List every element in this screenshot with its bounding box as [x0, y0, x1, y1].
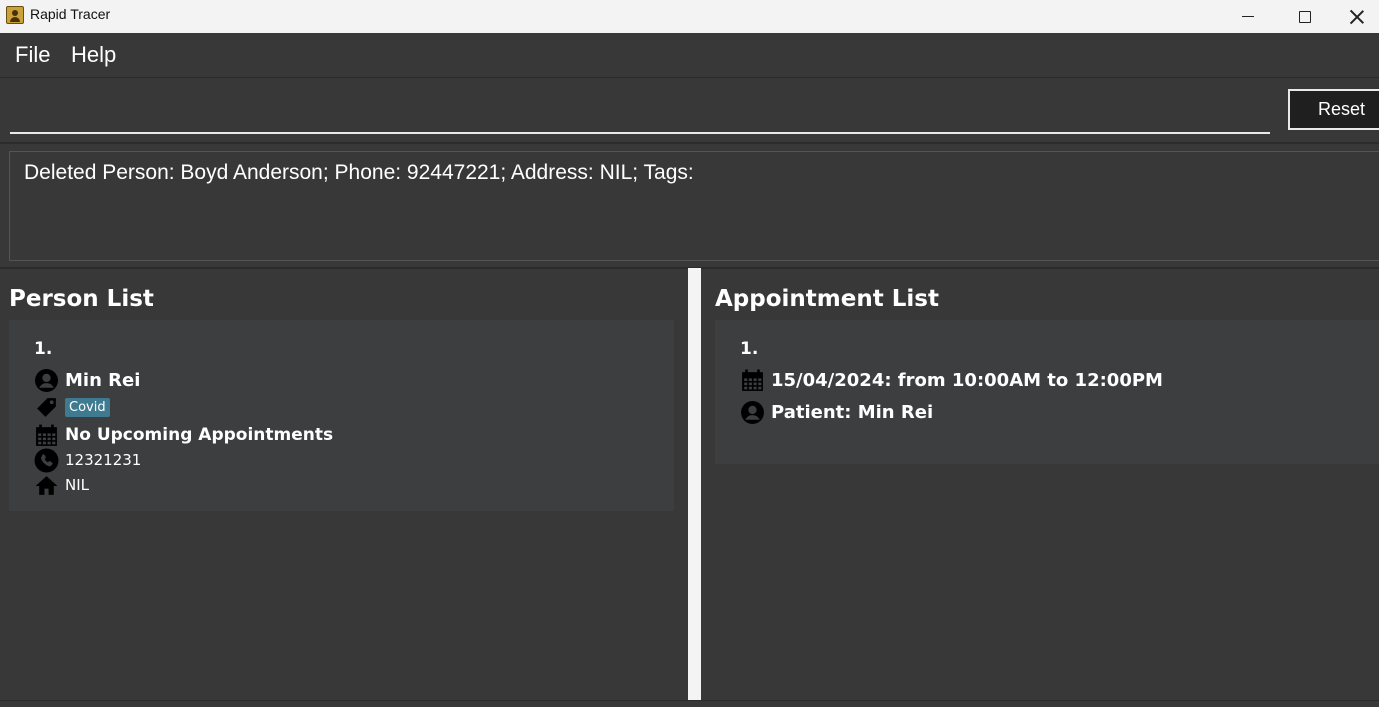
tag-badge: Covid	[65, 397, 110, 417]
command-input[interactable]	[10, 92, 1270, 134]
person-phone-row: 12321231	[33, 447, 141, 473]
maximize-button[interactable]	[1276, 0, 1334, 33]
calendar-icon	[33, 422, 59, 448]
calendar-icon	[739, 367, 765, 393]
minimize-button[interactable]	[1219, 0, 1277, 33]
person-card[interactable]: 1. Min Rei Covid No Upcoming Appointment…	[9, 320, 674, 511]
menu-help[interactable]: Help	[71, 42, 116, 68]
appointment-datetime: 15/04/2024: from 10:00AM to 12:00PM	[771, 369, 1163, 391]
close-button[interactable]	[1334, 0, 1379, 33]
appointment-patient-row: Patient: Min Rei	[739, 399, 933, 425]
person-name-row: Min Rei	[33, 367, 140, 393]
menu-file[interactable]: File	[15, 42, 50, 68]
phone-icon	[33, 447, 59, 473]
person-list-title: Person List	[9, 286, 154, 312]
appointment-patient: Patient: Min Rei	[771, 401, 934, 423]
person-address-row: NIL	[33, 472, 89, 498]
window-title: Rapid Tracer	[30, 6, 111, 22]
result-message: Deleted Person: Boyd Anderson; Phone: 92…	[24, 161, 694, 184]
menu-bar: File Help	[0, 33, 1379, 78]
appointment-datetime-row: 15/04/2024: from 10:00AM to 12:00PM	[739, 367, 1163, 393]
person-icon	[739, 399, 765, 425]
app-icon	[6, 6, 24, 24]
command-area: Reset	[0, 78, 1379, 144]
person-tags-row: Covid	[33, 394, 110, 420]
title-bar: Rapid Tracer	[0, 0, 1379, 33]
appointment-card[interactable]: 1. 15/04/2024: from 10:00AM to 12:00PM P…	[715, 320, 1379, 464]
person-icon	[33, 367, 59, 393]
tag-icon	[33, 394, 59, 420]
result-display[interactable]: Deleted Person: Boyd Anderson; Phone: 92…	[9, 151, 1379, 261]
appointment-index: 1.	[740, 339, 759, 359]
minimize-icon	[1242, 16, 1254, 17]
person-appointments-row: No Upcoming Appointments	[33, 422, 333, 448]
reset-button[interactable]: Reset	[1288, 89, 1379, 130]
home-icon	[33, 472, 59, 498]
close-icon	[1350, 10, 1364, 24]
person-name: Min Rei	[65, 369, 141, 391]
split-divider[interactable]	[688, 268, 701, 701]
person-index: 1.	[34, 339, 53, 359]
appointment-list-title: Appointment List	[715, 286, 939, 312]
appointments-status: No Upcoming Appointments	[65, 425, 334, 445]
person-address: NIL	[65, 476, 90, 494]
maximize-icon	[1299, 10, 1311, 23]
person-phone: 12321231	[65, 451, 142, 469]
status-bar	[0, 700, 1379, 707]
